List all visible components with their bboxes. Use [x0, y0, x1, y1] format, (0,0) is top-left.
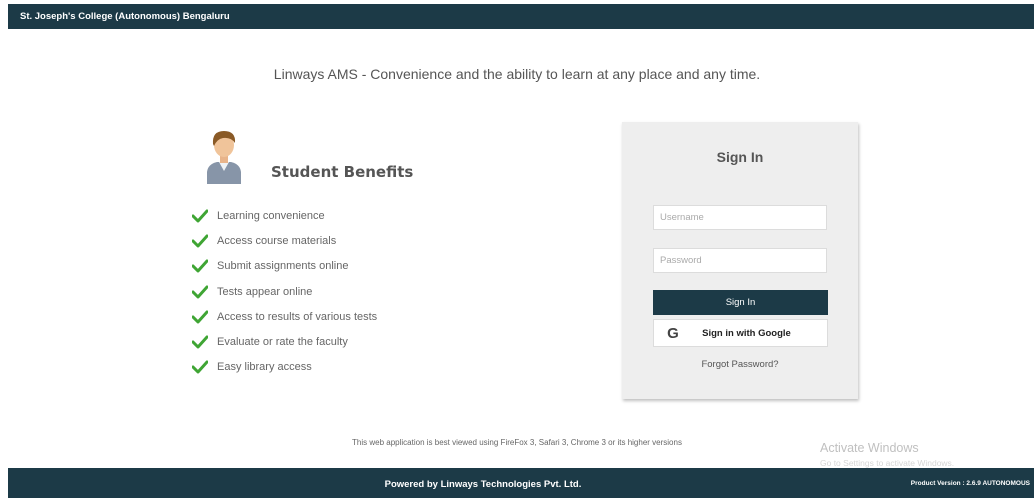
- checkmark-icon: [192, 360, 208, 374]
- activate-windows-subtitle: Go to Settings to activate Windows.: [820, 458, 955, 468]
- benefit-item: Learning convenience: [192, 203, 377, 228]
- checkmark-icon: [192, 285, 208, 299]
- signin-card: Sign In Sign In G Sign in with Google Fo…: [622, 122, 858, 399]
- benefits-list: Learning convenience Access course mater…: [192, 203, 377, 380]
- google-signin-label: Sign in with Google: [702, 327, 791, 339]
- checkmark-icon: [192, 259, 208, 273]
- benefit-item: Access to results of various tests: [192, 304, 377, 329]
- benefit-item: Evaluate or rate the faculty: [192, 329, 377, 354]
- checkmark-icon: [192, 234, 208, 248]
- top-bar: St. Joseph's College (Autonomous) Bengal…: [8, 4, 1034, 29]
- benefit-label: Access course materials: [217, 234, 337, 247]
- benefit-label: Submit assignments online: [217, 260, 349, 273]
- benefit-label: Tests appear online: [217, 285, 313, 298]
- tagline: Linways AMS - Convenience and the abilit…: [273, 66, 761, 82]
- benefit-label: Learning convenience: [217, 209, 325, 222]
- benefit-label: Evaluate or rate the faculty: [217, 336, 348, 349]
- google-signin-button[interactable]: G Sign in with Google: [653, 319, 828, 347]
- password-input[interactable]: [653, 248, 827, 273]
- activate-windows-watermark: Activate Windows: [820, 441, 919, 455]
- benefit-item: Access course materials: [192, 228, 377, 253]
- signin-title: Sign In: [716, 149, 764, 165]
- college-name: St. Joseph's College (Autonomous) Bengal…: [20, 11, 230, 22]
- benefit-item: Submit assignments online: [192, 254, 377, 279]
- checkmark-icon: [192, 209, 208, 223]
- checkmark-icon: [192, 310, 208, 324]
- checkmark-icon: [192, 335, 208, 349]
- product-version: Product Version : 2.6.9 AUTONOMOUS: [910, 480, 1030, 487]
- footer: Powered by Linways Technologies Pvt. Ltd…: [8, 468, 1034, 498]
- student-avatar-icon: [204, 126, 244, 184]
- username-input[interactable]: [653, 205, 827, 230]
- benefit-item: Tests appear online: [192, 279, 377, 304]
- benefit-item: Easy library access: [192, 355, 377, 380]
- google-icon: G: [667, 324, 679, 342]
- forgot-password-link[interactable]: Forgot Password?: [622, 359, 858, 370]
- benefit-label: Easy library access: [217, 361, 312, 374]
- footer-powered-by: Powered by Linways Technologies Pvt. Ltd…: [384, 479, 582, 490]
- signin-button[interactable]: Sign In: [653, 290, 828, 315]
- benefit-label: Access to results of various tests: [217, 310, 378, 323]
- benefits-heading: Student Benefits: [271, 163, 414, 181]
